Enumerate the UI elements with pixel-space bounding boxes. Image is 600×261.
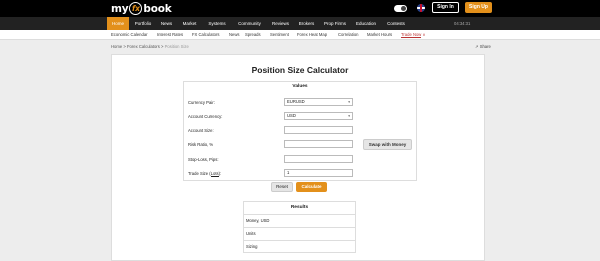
values-title: Values [292,84,308,89]
calculate-button[interactable]: Calculate [296,182,327,192]
page-title: Position Size Calculator [251,65,349,75]
subnav-trade-now[interactable]: Trade Now ∨ [401,30,426,40]
top-header: my fx book Sign In Sign Up [0,0,600,17]
results-row-sizing: Sizing [243,240,356,253]
breadcrumb-home[interactable]: Home [111,44,122,49]
myfxbook-logo[interactable]: my fx book [111,2,172,15]
reset-button[interactable]: Reset [271,182,293,192]
subnav-interest-rates[interactable]: Interest Rates [157,30,183,40]
nav-brokers[interactable]: Brokers [294,17,319,30]
account-size-input[interactable] [284,126,353,134]
nav-home[interactable]: Home [107,17,129,30]
trade-size-label-suffix: ): [218,171,222,176]
currency-pair-select[interactable]: EURUSD ▾ [284,98,353,106]
risk-ratio-label: Risk Ratio, % [188,142,214,147]
sub-nav: Economic Calendar Interest Rates FX Calc… [0,30,600,40]
chevron-down-icon: ▾ [348,100,350,104]
subnav-news[interactable]: News [229,30,239,40]
breadcrumb-section[interactable]: Forex Calculators [127,44,160,49]
share-icon: ↗ [475,44,479,49]
account-currency-label: Account Currency: [188,114,223,119]
stop-loss-label: Stop-Loss, Pips: [188,157,219,162]
share-button[interactable]: ↗ Share [475,44,491,49]
nav-community[interactable]: Community [232,17,267,30]
results-row-money: Money, USD [243,214,356,227]
theme-toggle[interactable] [394,5,407,12]
account-size-label: Account Size: [188,128,214,133]
subnav-correlation[interactable]: Correlation [338,30,358,40]
subnav-forex-heat-map[interactable]: Forex Heat Map [297,30,327,40]
subnav-sentiment[interactable]: Sentiment [270,30,289,40]
share-label: Share [479,44,491,49]
risk-ratio-input[interactable] [284,140,353,148]
results-row-units: Units [243,227,356,240]
breadcrumb: Home > Forex Calculators > Position Size [111,44,189,49]
nav-market[interactable]: Market [177,17,202,30]
nav-reviews[interactable]: Reviews [268,17,293,30]
sign-in-button[interactable]: Sign In [432,2,459,13]
nav-systems[interactable]: Systems [203,17,231,30]
main-nav: Home Portfolio News Market Systems Commu… [0,17,600,30]
subnav-market-hours[interactable]: Market Hours [367,30,392,40]
uk-flag-icon[interactable] [417,4,425,12]
trade-size-label: Trade Size (Lots): [188,171,222,177]
swap-with-money-button[interactable]: Swap with Money [363,139,412,150]
trade-now-chevron-icon: ∨ [422,32,426,37]
nav-education[interactable]: Education [351,17,381,30]
stop-loss-input[interactable] [284,155,353,163]
nav-prop-firms[interactable]: Prop Firms [320,17,350,30]
breadcrumb-separator: > [160,44,164,49]
trade-size-input[interactable]: 1 [284,169,353,177]
trade-size-label-prefix: Trade Size ( [188,171,211,176]
logo-fx: fx [129,2,143,15]
results-title: Results [290,205,309,210]
subnav-spreads[interactable]: Spreads [245,30,261,40]
subnav-economic-calendar[interactable]: Economic Calendar [111,30,148,40]
nav-contests[interactable]: Contests [382,17,410,30]
breadcrumb-current: Position Size [164,44,189,49]
trade-now-label: Trade Now [401,32,422,38]
nav-news[interactable]: News [157,17,176,30]
currency-pair-value: EURUSD [287,99,305,104]
account-currency-value: USD [287,113,296,118]
sign-up-button[interactable]: Sign Up [465,2,492,13]
currency-pair-label: Currency Pair: [188,100,215,105]
logo-prefix: my [111,2,129,15]
account-currency-select[interactable]: USD ▾ [284,112,353,120]
chevron-down-icon: ▾ [348,114,350,118]
breadcrumb-separator: > [123,44,126,49]
lots-link[interactable]: Lots [210,171,219,177]
nav-portfolio[interactable]: Portfolio [130,17,156,30]
server-clock: 04:34:31 [454,21,471,26]
logo-suffix: book [143,2,172,15]
subnav-fx-calculators[interactable]: FX Calculators [192,30,219,40]
